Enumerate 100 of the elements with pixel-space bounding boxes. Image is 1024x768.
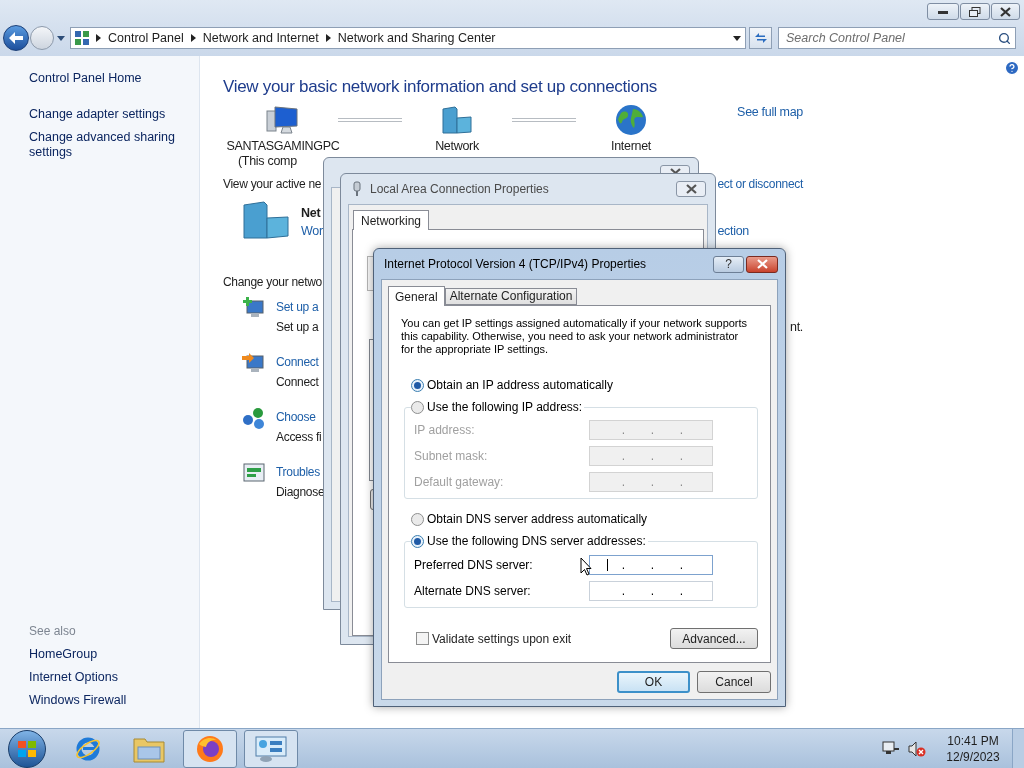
close-button[interactable] (676, 181, 706, 197)
dialog-tab[interactable]: General (388, 286, 445, 306)
task-link[interactable]: Choose (276, 407, 322, 427)
task-description: nt. (790, 319, 803, 336)
ip-separator: . (620, 583, 627, 600)
search-field[interactable]: Search Control Panel (778, 27, 1016, 49)
connection-link[interactable]: ection (717, 222, 749, 240)
close-icon (1000, 6, 1011, 17)
radio-button[interactable] (411, 400, 424, 414)
sidebar-link[interactable]: Change advanced sharing settings (29, 130, 184, 160)
restore-button[interactable] (960, 3, 990, 20)
ip-separator: . (649, 557, 656, 574)
sidebar-link[interactable]: Change adapter settings (29, 107, 184, 122)
mouse-pointer-icon (580, 557, 592, 576)
ip-separator: . (620, 474, 627, 491)
task-link[interactable]: Troubles (276, 462, 325, 482)
network-icon (441, 105, 473, 135)
dialog-button[interactable]: Cancel (697, 671, 771, 693)
globe-icon (615, 104, 647, 136)
ip-separator: . (649, 422, 656, 439)
ip-separator: . (649, 583, 656, 600)
close-button[interactable] (991, 3, 1020, 20)
dialog-tab[interactable]: Alternate Configuration (444, 288, 578, 305)
help-button[interactable]: ? (713, 255, 744, 273)
ip-separator: . (678, 474, 685, 491)
dropdown-icon[interactable] (733, 35, 741, 41)
network-building-icon (242, 200, 290, 240)
advanced-button[interactable]: Advanced... (670, 628, 758, 649)
map-node-label: Network (435, 139, 479, 154)
taskbar-button[interactable] (183, 729, 237, 768)
see-also-link[interactable]: Windows Firewall (29, 693, 199, 708)
breadcrumb-arrow-icon[interactable] (96, 34, 101, 42)
checkbox[interactable] (416, 632, 429, 645)
ip-separator: . (678, 557, 685, 574)
ip-separator: . (620, 422, 627, 439)
refresh-icon (753, 32, 768, 44)
see-also-link[interactable]: Internet Options (29, 670, 199, 685)
map-node-label: Internet (611, 139, 651, 154)
computer-icon (266, 105, 300, 135)
ip-separator: . (649, 474, 656, 491)
address-field[interactable]: Control Panel Network and Internet Network and Sharing Center (70, 27, 746, 49)
see-full-map-link[interactable]: See full map (737, 105, 803, 169)
restore-icon (969, 6, 981, 17)
field-label: Preferred DNS server: (414, 557, 534, 574)
radio-button[interactable] (411, 378, 424, 392)
close-icon (685, 184, 697, 194)
help-icon[interactable] (1004, 60, 1020, 76)
ip-address-field[interactable]: . . . (589, 581, 713, 601)
speaker-muted-icon[interactable] (908, 740, 926, 757)
radio-button[interactable] (411, 512, 424, 526)
close-icon (756, 259, 768, 269)
windows-logo-icon (18, 740, 36, 757)
task-description: Connect (276, 374, 319, 391)
field-label: Subnet mask: (414, 448, 489, 465)
checkbox-label: Validate settings upon exit (432, 630, 572, 648)
start-button[interactable] (8, 729, 46, 768)
radio-label: Obtain an IP address automatically (427, 378, 613, 392)
taskbar-button[interactable] (244, 729, 298, 768)
description-text: You can get IP settings assigned automatically if your network supports this capability. Otherwise, you need to ask your network administrator for the appropriate IP settings. (401, 317, 749, 356)
field-label: Default gateway: (414, 474, 505, 491)
sidebar-link[interactable]: Control Panel Home (29, 71, 184, 86)
ip-separator: . (620, 557, 627, 574)
breadcrumb-arrow-icon[interactable] (325, 34, 331, 42)
breadcrumb-item[interactable]: Control Panel (108, 28, 184, 48)
minimize-icon (938, 9, 948, 14)
connect-link[interactable]: ect or disconnect (717, 177, 803, 192)
ip-separator: . (678, 422, 685, 439)
close-button[interactable] (746, 255, 778, 273)
breadcrumb-arrow-icon[interactable] (190, 34, 196, 42)
section-label: Change your netwo (223, 275, 323, 290)
task-link[interactable]: Connect (276, 352, 319, 372)
ip-separator: . (678, 448, 685, 465)
radio-button[interactable] (411, 534, 424, 548)
clock-time[interactable]: 10:41 PM (947, 732, 999, 749)
network-type-link[interactable]: Wor (301, 222, 323, 240)
homegroup-icon (241, 405, 267, 431)
task-description: Set up a (276, 319, 319, 336)
refresh-button[interactable] (749, 27, 772, 49)
back-arrow-icon (9, 32, 23, 44)
network-name: Net (301, 205, 322, 222)
map-node-label: SANTASGAMINGPC (226, 139, 340, 154)
see-also-link[interactable]: HomeGroup (29, 647, 199, 662)
clock-date[interactable]: 12/9/2023 (946, 748, 1000, 765)
dialog-tab[interactable]: Networking (353, 210, 430, 230)
back-button[interactable] (3, 25, 29, 51)
breadcrumb-item[interactable]: Network and Sharing Center (337, 28, 496, 48)
task-link[interactable]: Set up a (276, 297, 319, 317)
radio-label: Use the following IP address: (427, 400, 583, 414)
radio-label: Use the following DNS server addresses: (427, 534, 646, 548)
see-also-heading: See also (29, 624, 77, 639)
dialog-button[interactable]: OK (617, 671, 690, 693)
active-networks-label: View your active ne (223, 177, 322, 192)
history-dropdown-icon[interactable] (57, 35, 65, 41)
ip-address-field[interactable]: . . . (589, 555, 713, 575)
field-label: IP address: (414, 422, 476, 439)
firefox-icon (195, 733, 225, 764)
minimize-button[interactable] (927, 3, 959, 20)
breadcrumb-item[interactable]: Network and Internet (202, 28, 319, 48)
network-tray-icon[interactable] (882, 740, 900, 757)
map-node-sublabel: (This comp (237, 154, 297, 169)
